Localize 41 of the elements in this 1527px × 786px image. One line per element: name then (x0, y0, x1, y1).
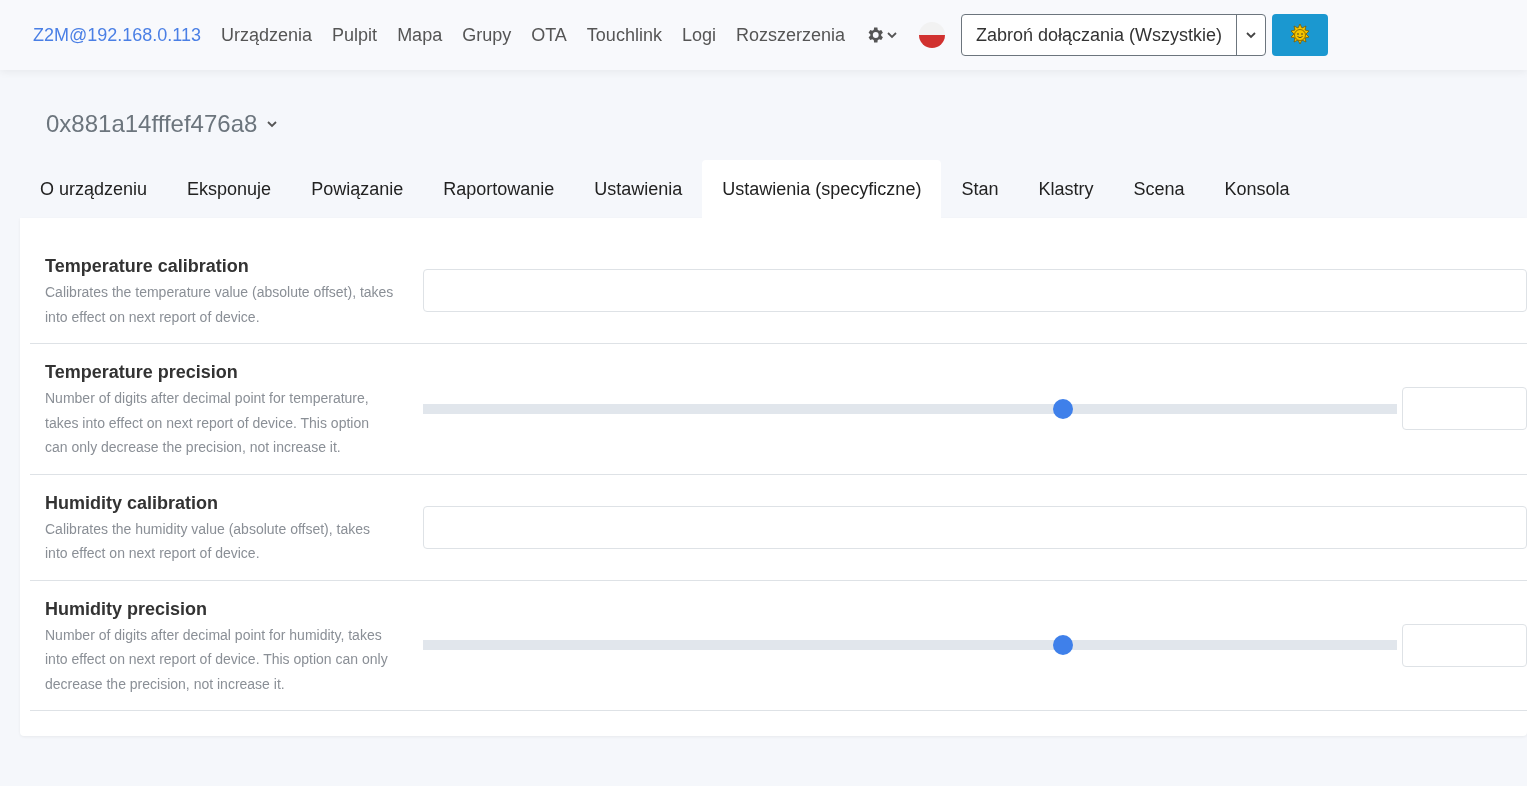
nav-link[interactable]: OTA (521, 21, 577, 49)
device-selector[interactable]: 0x881a14fffef476a8 (46, 106, 278, 142)
setting-title: Humidity calibration (45, 491, 220, 515)
tab[interactable]: Stan (941, 160, 1019, 218)
nav-link[interactable]: Mapa (387, 21, 453, 49)
tab[interactable]: Klastry (1018, 160, 1114, 218)
flag-icon[interactable] (919, 22, 945, 48)
slider-thumb[interactable] (1052, 398, 1073, 419)
theme-button[interactable] (1272, 14, 1329, 56)
tab[interactable]: Raportowanie (423, 160, 575, 218)
caret-icon (1246, 31, 1257, 39)
input-field[interactable] (1402, 623, 1527, 667)
nav-link[interactable]: Grupy (452, 21, 522, 49)
input-field[interactable] (423, 505, 1527, 549)
tab[interactable]: O urządzeniu (20, 160, 168, 218)
brand-link[interactable]: Z2M@192.168.0.113 (33, 21, 202, 49)
setting-description: Calibrates the humidity value (absolute offset), takes into effect on next report of device. (45, 519, 372, 563)
sun-icon (1289, 24, 1312, 46)
tab[interactable]: Powiązanie (291, 160, 424, 218)
tab[interactable]: Ustawienia (574, 160, 703, 218)
setting-title: Humidity precision (45, 597, 209, 621)
caret-icon (267, 120, 278, 128)
tab[interactable]: Eksponuje (167, 160, 292, 218)
nav-link[interactable]: Logi (671, 21, 726, 49)
nav-link[interactable]: Touchlink (576, 21, 672, 49)
permit-join-button[interactable]: Zabroń dołączania (Wszystkie) (962, 15, 1238, 55)
setting-description: Calibrates the temperature value (absolute offset), takes into effect on next report of device. (45, 283, 395, 327)
input-field[interactable] (423, 269, 1527, 312)
setting-description: Number of digits after decimal point for humidity, takes into effect on next report of device. This option can only decrease the precision, not increase it. (45, 625, 389, 694)
nav-link[interactable]: Pulpit (322, 21, 388, 49)
slider-thumb[interactable] (1052, 635, 1073, 656)
caret-icon (887, 31, 897, 39)
setting-title: Temperature calibration (45, 255, 250, 278)
input-field[interactable] (1402, 387, 1527, 431)
tab[interactable]: Konsola (1204, 160, 1310, 218)
setting-description: Number of digits after decimal point for temperature, takes into effect on next report of device. This option can only decrease the precision, not increase it. (45, 389, 370, 457)
tab[interactable]: Scena (1113, 160, 1205, 218)
nav-link[interactable]: Rozszerzenia (725, 21, 855, 49)
setting-title: Temperature precision (45, 361, 239, 384)
nav-link[interactable]: Urządzenia (211, 21, 323, 49)
tab[interactable]: Ustawienia (specyficzne) (702, 160, 942, 218)
